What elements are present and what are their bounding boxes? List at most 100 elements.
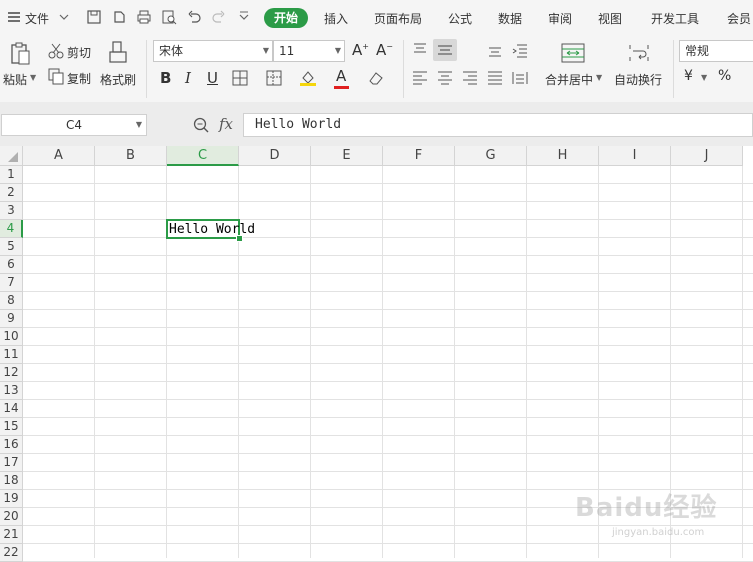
row-header-6[interactable]: 6 — [0, 256, 23, 274]
row-header-8[interactable]: 8 — [0, 292, 23, 310]
column-header-h[interactable]: H — [527, 146, 599, 166]
row-header-15[interactable]: 15 — [0, 418, 23, 436]
print-preview-icon[interactable] — [161, 9, 177, 25]
column-header-i[interactable]: I — [599, 146, 671, 166]
currency-format-button[interactable]: ¥ — [684, 68, 693, 84]
formula-input[interactable]: Hello World — [243, 113, 753, 137]
name-box[interactable]: C4 ▼ — [1, 114, 147, 136]
quick-access-dropdown-icon[interactable] — [236, 9, 252, 25]
print-icon[interactable] — [136, 9, 152, 25]
format-painter-icon[interactable] — [108, 40, 130, 66]
merge-center-icon[interactable] — [560, 42, 586, 64]
fx-icon[interactable]: fx — [219, 115, 233, 133]
undo-icon[interactable] — [186, 9, 202, 25]
row-header-4[interactable]: 4 — [0, 220, 23, 238]
justify-icon[interactable] — [486, 69, 504, 87]
row-header-14[interactable]: 14 — [0, 400, 23, 418]
row-header-13[interactable]: 13 — [0, 382, 23, 400]
align-bottom-icon[interactable] — [486, 41, 504, 59]
tab-developer[interactable]: 开发工具 — [651, 10, 699, 27]
cut-button[interactable]: 剪切 — [67, 44, 91, 61]
tab-view[interactable]: 视图 — [598, 10, 622, 27]
fill-color-icon[interactable] — [299, 69, 317, 87]
bold-icon[interactable]: B — [160, 69, 171, 87]
cell-style-icon[interactable] — [265, 69, 283, 87]
font-name-select[interactable]: 宋体 ▼ — [153, 40, 273, 62]
fill-handle[interactable] — [236, 235, 243, 242]
row-header-2[interactable]: 2 — [0, 184, 23, 202]
export-icon[interactable] — [111, 9, 127, 25]
italic-icon[interactable]: I — [185, 69, 191, 87]
zoom-search-icon[interactable] — [192, 116, 210, 137]
row-header-9[interactable]: 9 — [0, 310, 23, 328]
chevron-down-icon[interactable] — [56, 9, 72, 25]
row-header-7[interactable]: 7 — [0, 274, 23, 292]
currency-dropdown-icon[interactable]: ▼ — [701, 73, 707, 82]
paste-icon[interactable] — [9, 42, 31, 66]
row-header-22[interactable]: 22 — [0, 544, 23, 562]
chevron-down-icon: ▼ — [334, 46, 341, 55]
menu-bar: 文件 开始 插入 页面布局 公式 数据 审阅 视图 开发工具 会员 — [0, 0, 753, 36]
column-header-g[interactable]: G — [455, 146, 527, 166]
clear-format-icon[interactable] — [367, 69, 385, 87]
row-header-12[interactable]: 12 — [0, 364, 23, 382]
tab-review[interactable]: 审阅 — [548, 10, 572, 27]
format-painter-button[interactable]: 格式刷 — [100, 71, 136, 88]
column-header-j[interactable]: J — [671, 146, 743, 166]
row-header-19[interactable]: 19 — [0, 490, 23, 508]
file-menu[interactable]: 文件 — [25, 10, 49, 27]
align-right-icon[interactable] — [461, 69, 479, 87]
tab-data[interactable]: 数据 — [498, 10, 522, 27]
merge-center-button[interactable]: 合并居中 — [545, 71, 593, 88]
borders-icon[interactable] — [231, 69, 249, 87]
chevron-down-icon[interactable]: ▼ — [136, 115, 142, 135]
tab-member[interactable]: 会员 — [727, 10, 751, 27]
row-header-18[interactable]: 18 — [0, 472, 23, 490]
hamburger-menu-icon[interactable] — [6, 9, 22, 25]
row-header-11[interactable]: 11 — [0, 346, 23, 364]
number-format-select[interactable]: 常规 — [679, 40, 753, 62]
increase-font-size-icon[interactable]: A+ — [352, 41, 369, 59]
row-header-3[interactable]: 3 — [0, 202, 23, 220]
indent-icon[interactable] — [511, 41, 529, 59]
wrap-text-button[interactable]: 自动换行 — [614, 71, 662, 88]
column-header-f[interactable]: F — [383, 146, 455, 166]
number-format-value: 常规 — [685, 44, 710, 58]
column-header-b[interactable]: B — [95, 146, 167, 166]
copy-icon[interactable] — [47, 67, 65, 85]
copy-button[interactable]: 复制 — [67, 70, 91, 87]
distributed-align-icon[interactable] — [511, 69, 529, 87]
save-icon[interactable] — [86, 9, 102, 25]
underline-icon[interactable]: U — [207, 69, 218, 87]
align-top-icon[interactable] — [411, 41, 429, 59]
decrease-font-size-icon[interactable]: A− — [376, 41, 393, 59]
tab-home[interactable]: 开始 — [264, 8, 308, 28]
column-header-a[interactable]: A — [23, 146, 95, 166]
row-header-20[interactable]: 20 — [0, 508, 23, 526]
row-header-1[interactable]: 1 — [0, 166, 23, 184]
merge-dropdown-icon[interactable]: ▼ — [596, 73, 602, 82]
tab-page-layout[interactable]: 页面布局 — [374, 10, 422, 27]
row-header-21[interactable]: 21 — [0, 526, 23, 544]
percent-format-button[interactable]: % — [718, 68, 731, 84]
tab-formulas[interactable]: 公式 — [448, 10, 472, 27]
paste-label[interactable]: 粘贴 — [3, 71, 27, 88]
row-header-17[interactable]: 17 — [0, 454, 23, 472]
tab-insert[interactable]: 插入 — [324, 10, 348, 27]
paste-dropdown-icon[interactable]: ▼ — [30, 73, 36, 82]
font-size-select[interactable]: 11 ▼ — [273, 40, 345, 62]
font-color-icon[interactable]: A — [336, 67, 346, 85]
column-header-d[interactable]: D — [239, 146, 311, 166]
redo-icon[interactable] — [211, 9, 227, 25]
column-header-c[interactable]: C — [167, 146, 239, 166]
align-center-icon[interactable] — [436, 69, 454, 87]
row-header-16[interactable]: 16 — [0, 436, 23, 454]
column-header-e[interactable]: E — [311, 146, 383, 166]
wrap-text-icon[interactable] — [627, 42, 651, 64]
align-left-icon[interactable] — [411, 69, 429, 87]
row-header-5[interactable]: 5 — [0, 238, 23, 256]
select-all-corner[interactable] — [0, 146, 23, 166]
scissors-icon[interactable] — [47, 42, 65, 60]
align-middle-icon[interactable] — [433, 39, 457, 61]
row-header-10[interactable]: 10 — [0, 328, 23, 346]
